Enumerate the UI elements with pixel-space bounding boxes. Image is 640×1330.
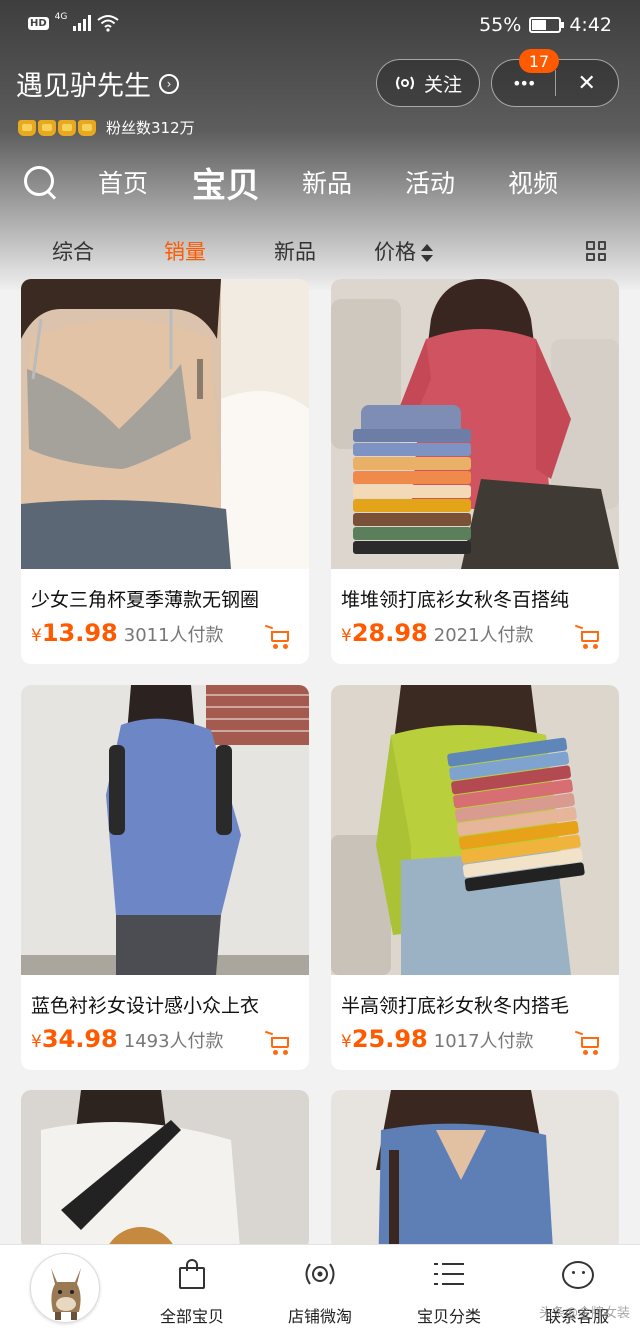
wifi-icon	[97, 15, 119, 32]
product-card[interactable]	[21, 1090, 309, 1250]
price-row: ¥ 13.98 3011人付款	[31, 619, 224, 647]
shop-name-row[interactable]: 遇见驴先生 ›	[16, 64, 179, 103]
main-nav: 首页 宝贝 新品 活动 视频	[0, 152, 640, 212]
fans-row: 粉丝数312万	[18, 117, 195, 138]
sort-comprehensive[interactable]: 综合	[52, 236, 94, 266]
cart-icon[interactable]	[264, 624, 291, 649]
sort-price[interactable]: 价格	[374, 236, 434, 266]
product-title: 少女三角杯夏季薄款无钢圈	[31, 589, 260, 611]
hd-badge: HD	[28, 16, 49, 30]
color-swatch-stack	[446, 737, 586, 892]
cart-icon[interactable]	[264, 1030, 291, 1055]
cart-icon[interactable]	[574, 624, 601, 649]
product-price: 34.98	[41, 1025, 118, 1053]
product-card[interactable]: 蓝色衬衫女设计感小众上衣 ¥ 34.98 1493人付款	[21, 685, 309, 1070]
crown-icon	[58, 119, 76, 136]
shop-name: 遇见驴先生	[16, 71, 151, 102]
product-title: 蓝色衬衫女设计感小众上衣	[31, 995, 260, 1017]
chevron-right-icon: ›	[159, 73, 179, 94]
product-image	[21, 279, 309, 569]
price-row: ¥ 34.98 1493人付款	[31, 1025, 224, 1053]
crown-icon	[78, 119, 96, 136]
tab-categories[interactable]: 宝贝分类	[394, 1245, 504, 1330]
sort-new[interactable]: 新品	[274, 236, 316, 266]
sales-count: 1017人付款	[433, 1031, 534, 1052]
product-card[interactable]: 半高领打底衫女秋冬内搭毛 ¥ 25.98 1017人付款	[331, 685, 619, 1070]
tab-events[interactable]: 活动	[405, 164, 455, 200]
tab-video[interactable]: 视频	[508, 164, 558, 200]
product-price: 25.98	[351, 1025, 428, 1053]
product-card[interactable]: 少女三角杯夏季薄款无钢圈 ¥ 13.98 3011人付款	[21, 279, 309, 664]
currency-symbol: ¥	[341, 1032, 352, 1052]
broadcast-icon	[395, 76, 414, 90]
tab-label: 店铺微淘	[287, 1307, 352, 1326]
network-type: 4G	[54, 12, 68, 22]
notification-badge: 17	[519, 49, 559, 73]
sort-price-label: 价格	[374, 240, 416, 264]
list-icon	[432, 1257, 466, 1291]
currency-symbol: ¥	[31, 626, 42, 646]
status-left: HD 4G	[28, 12, 119, 32]
broadcast-icon	[303, 1257, 337, 1291]
grid-view-icon[interactable]	[586, 241, 606, 261]
price-row: ¥ 25.98 1017人付款	[341, 1025, 534, 1053]
status-bar: HD 4G 55% 4:42	[0, 0, 640, 50]
sales-count: 1493人付款	[123, 1031, 224, 1052]
product-image	[331, 1090, 619, 1250]
battery-percent: 55%	[479, 14, 522, 36]
watermark: 头条@金牌女装	[538, 1306, 630, 1321]
shopping-bag-icon	[175, 1257, 209, 1291]
sales-count: 2021人付款	[433, 625, 534, 646]
status-right: 55% 4:42	[479, 14, 612, 36]
sort-bar: 综合 销量 新品 价格	[0, 228, 640, 272]
battery-icon	[529, 17, 565, 33]
currency-symbol: ¥	[31, 1032, 42, 1052]
chat-face-icon	[560, 1257, 594, 1291]
close-button[interactable]: ✕	[556, 60, 619, 106]
tab-home[interactable]: 首页	[98, 164, 148, 200]
tab-new[interactable]: 新品	[302, 164, 352, 200]
price-row: ¥ 28.98 2021人付款	[341, 619, 534, 647]
sales-count: 3011人付款	[123, 625, 224, 646]
product-price: 28.98	[351, 619, 428, 647]
follow-label: 关注	[423, 73, 462, 96]
sort-sales[interactable]: 销量	[164, 236, 206, 266]
product-price: 13.98	[41, 619, 118, 647]
shop-logo[interactable]	[30, 1253, 100, 1323]
crown-rating	[18, 119, 96, 136]
product-card[interactable]: 堆堆领打底衫女秋冬百搭纯 ¥ 28.98 2021人付款	[331, 279, 619, 664]
tab-shop-live[interactable]: 店铺微淘	[265, 1245, 375, 1330]
product-title: 堆堆领打底衫女秋冬百搭纯	[341, 589, 570, 611]
tab-label: 宝贝分类	[416, 1307, 481, 1326]
color-swatch-stack	[353, 429, 471, 555]
crown-icon	[38, 119, 56, 136]
sort-arrows-icon	[420, 244, 434, 262]
product-image	[21, 1090, 309, 1250]
follow-button[interactable]: 关注	[376, 59, 480, 107]
product-image	[21, 685, 309, 975]
more-icon: •••	[512, 73, 536, 93]
crown-icon	[18, 119, 36, 136]
signal-icon	[73, 15, 92, 31]
clock: 4:42	[569, 14, 612, 36]
close-icon: ✕	[577, 70, 596, 96]
tab-items[interactable]: 宝贝	[192, 158, 260, 207]
donkey-logo-icon	[51, 1268, 81, 1320]
product-title: 半高领打底衫女秋冬内搭毛	[341, 995, 570, 1017]
fans-count: 粉丝数312万	[106, 119, 195, 137]
search-icon[interactable]	[22, 164, 58, 200]
currency-symbol: ¥	[341, 626, 352, 646]
tab-all-items[interactable]: 全部宝贝	[137, 1245, 247, 1330]
tab-label: 全部宝贝	[159, 1307, 224, 1326]
product-card[interactable]	[331, 1090, 619, 1250]
cart-icon[interactable]	[574, 1030, 601, 1055]
